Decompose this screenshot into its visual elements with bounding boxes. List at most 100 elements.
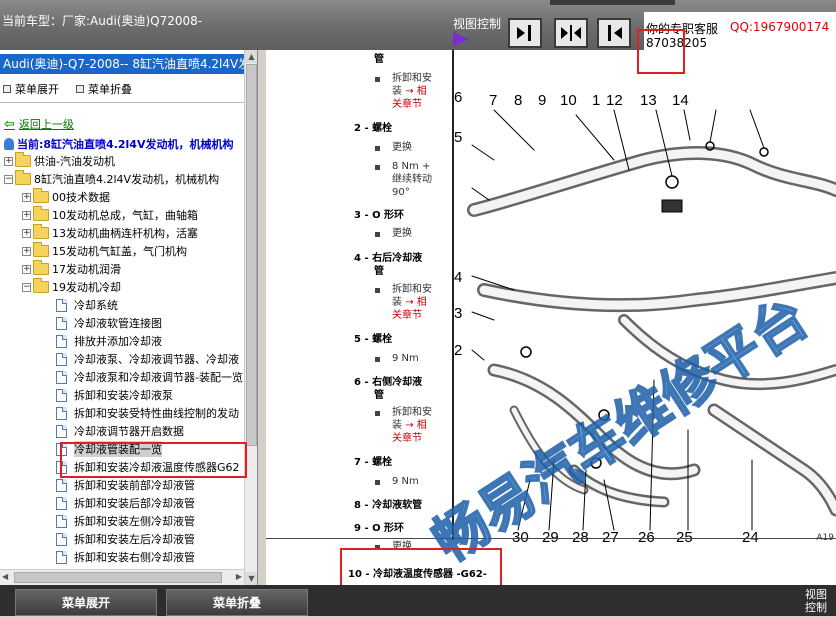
tree-item-label: 冷却液软管连接图 [74,317,162,330]
scroll-up-icon[interactable]: ▲ [245,50,257,63]
tree-item[interactable]: 拆卸和安装左侧冷却液管 [56,512,195,530]
menu-expand-button[interactable]: 菜单展开 [15,589,157,616]
back-label: 返回上一级 [18,118,74,131]
tree-item[interactable]: +17发动机润滑 [22,260,121,278]
part-4-title: 4 - 右后冷却液 [354,253,423,264]
collapse-toggle-icon[interactable]: − [4,174,13,184]
tree-item-label: 17发动机润滑 [52,263,121,276]
view-control-label[interactable]: 视图控制 [805,588,836,614]
related-chapter-link[interactable]: → 相 [405,86,427,97]
tree-item[interactable]: 拆卸和安装前部冷却液管 [56,476,195,494]
note-text: 装 [392,86,402,97]
related-chapter-link[interactable]: 关章节 [392,310,422,322]
tree-item[interactable]: 拆卸和安装后部冷却液管 [56,494,195,512]
document-icon [56,334,67,348]
expand-toggle-icon[interactable]: + [22,210,31,220]
hscroll-thumb[interactable] [14,572,222,583]
menu-collapse-button[interactable]: 菜单折叠 [166,589,308,616]
vertical-scrollbar[interactable]: ▲ ▼ [244,50,257,585]
bullet [375,77,380,82]
related-chapter-link[interactable]: → 相 [405,297,427,308]
bottom-bar: 菜单展开 菜单折叠 视图控制 [0,585,836,616]
part-note: 8 Nm + [392,161,431,172]
collapse-icon [76,85,84,93]
back-up-link[interactable]: ⇦ 返回上一级 [4,116,74,132]
tree-item[interactable]: 冷却系统 [56,296,118,314]
expand-icon [3,85,11,93]
tree-item[interactable]: 拆卸和安装受特性曲线控制的发动 [56,404,239,422]
part-4-title-cont: 管 [374,266,384,277]
scroll-right-icon[interactable]: ▶ [236,572,242,581]
part-note: 拆卸和安 [392,407,432,418]
bullet [375,357,380,362]
view-control-arrow-icon[interactable] [453,32,469,46]
expand-toggle-icon[interactable]: + [4,156,13,166]
folder-icon [33,188,49,203]
qq-link[interactable]: QQ:1967900174 [730,20,829,34]
scroll-thumb[interactable] [246,64,257,446]
part-note: 装 → 相 [392,297,427,309]
tree-item[interactable]: 冷却液软管连接图 [56,314,162,332]
part-7-title: 7 - 螺栓 [354,457,393,468]
part-note: 9 Nm [392,476,419,487]
tree-item[interactable]: +15发动机气缸盖，气门机构 [22,242,187,260]
folder-icon [33,224,49,239]
callout-4: 4 [454,269,462,286]
view-right-panel-button[interactable] [597,18,631,48]
bullet [375,165,380,170]
tree-item[interactable]: 冷却液泵、冷却液调节器、冷却液 [56,350,239,368]
splitter[interactable] [258,50,266,585]
callout-10: 10 [560,92,577,109]
expand-toggle-icon[interactable]: + [22,246,31,256]
tree-item[interactable]: +00技术数据 [22,188,110,206]
part-6-title: 6 - 右侧冷却液 [354,377,423,388]
current-label: 当前:8缸汽油直喷4.2l4V发动机，机械机构 [17,138,234,151]
highlight-box [637,29,685,74]
tree-item-label: 拆卸和安装前部冷却液管 [74,479,195,492]
divider [0,102,244,103]
note-text: 装 [392,420,402,431]
related-chapter-link[interactable]: → 相 [405,420,427,431]
menu-expand-link[interactable]: 菜单展开 [3,81,59,97]
scroll-down-icon[interactable]: ▼ [245,572,257,585]
tree-item[interactable]: 冷却液调节器开启数据 [56,422,184,440]
tree-item[interactable]: 冷却液泵和冷却液调节器-装配一览 [56,368,243,386]
callout-13: 13 [640,92,657,109]
scroll-left-icon[interactable]: ◀ [2,572,8,581]
back-arrow-icon: ⇦ [4,116,15,132]
horizontal-scrollbar[interactable]: ◀ ▶ [0,569,244,585]
expand-toggle-icon[interactable]: + [22,228,31,238]
tree-item-label: 冷却液泵、冷却液调节器、冷却液 [74,353,239,366]
tree-item-label: 冷却液泵和冷却液调节器-装配一览 [74,371,243,384]
tree-item[interactable]: − 19发动机冷却 [22,278,121,296]
tree-item[interactable]: +10发动机总成，气缸，曲轴箱 [22,206,198,224]
view-split-button[interactable] [554,18,588,48]
tree-item[interactable]: + 供油-汽油发动机 [4,152,115,170]
panel-right-arrow-icon [517,25,531,41]
expand-toggle-icon[interactable]: + [22,192,31,202]
tree-item[interactable]: 拆卸和安装左后冷却液管 [56,530,195,548]
document-icon [56,496,67,510]
expand-toggle-icon[interactable]: + [22,264,31,274]
part-2-title: 2 - 螺栓 [354,123,393,134]
callout-12: 12 [606,92,623,109]
current-car-label: 当前车型：厂家:Audi(奥迪)Q72008- [2,14,203,28]
tree-item[interactable]: 排放并添加冷却液 [56,332,162,350]
tree-item[interactable]: 拆卸和安装右侧冷却液管 [56,548,195,566]
collapse-toggle-icon[interactable]: − [22,282,31,292]
tree-item[interactable]: − 8缸汽油直喷4.2l4V发动机，机械机构 [4,170,219,188]
related-chapter-link[interactable]: 关章节 [392,433,422,445]
view-left-panel-button[interactable] [508,18,542,48]
related-chapter-link[interactable]: 关章节 [392,99,422,111]
part-note: 更换 [392,228,412,239]
tree-item-label: 供油-汽油发动机 [34,155,115,168]
tree-item-label: 10发动机总成，气缸，曲轴箱 [52,209,198,222]
tree-item-label: 15发动机气缸盖，气门机构 [52,245,187,258]
tree-item[interactable]: +13发动机曲柄连杆机构，活塞 [22,224,198,242]
menu-collapse-link[interactable]: 菜单折叠 [76,81,132,97]
folder-icon [33,260,49,275]
tree-item[interactable]: 拆卸和安装冷却液泵 [56,386,173,404]
tree-item-label: 拆卸和安装后部冷却液管 [74,497,195,510]
document-icon [56,478,67,492]
folder-icon [15,170,31,185]
